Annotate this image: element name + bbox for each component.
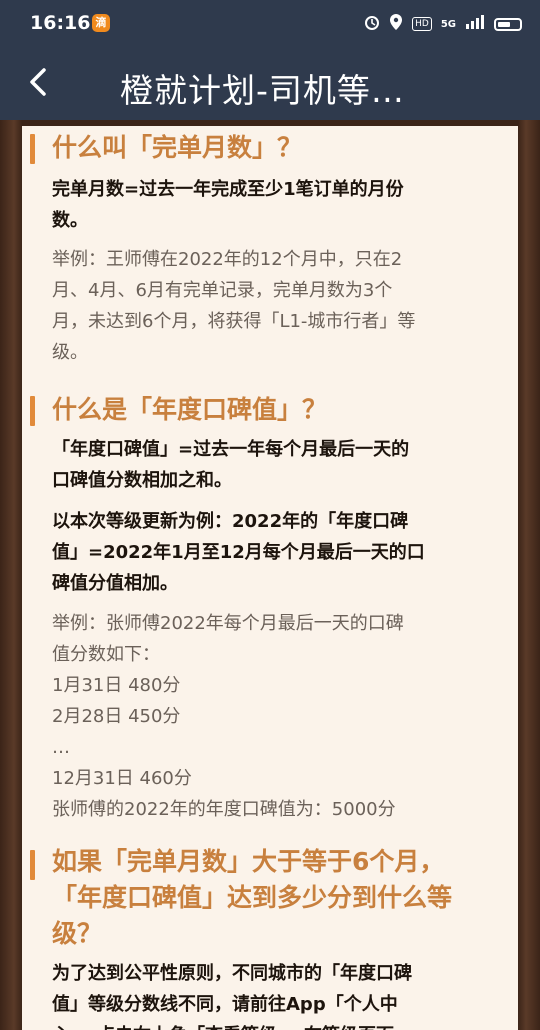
back-arrow-icon[interactable] xyxy=(24,62,56,102)
text-line: 值分数如下： xyxy=(52,644,160,665)
text-line: 月，未达到6个月，将获得「L1-城市行者」等 xyxy=(52,311,416,332)
definition-paragraph: 完单月数=过去一年完成至少1笔订单的月份 数。 xyxy=(52,174,514,236)
section-marker xyxy=(30,396,35,426)
text-line: 值」等级分数线不同，请前往App「个人中 xyxy=(52,994,398,1015)
text-line: 以本次等级更新为例：2022年的「年度口碑 xyxy=(52,511,409,532)
text-line: 完单月数=过去一年完成至少1笔订单的月份 xyxy=(52,179,404,200)
battery-icon xyxy=(494,17,522,31)
title-bar: 橙就计划-司机等… xyxy=(0,48,540,120)
text-line: 2月28日 450分 xyxy=(52,706,181,727)
text-line: 碑值分值相加。 xyxy=(52,573,178,594)
page-title: 橙就计划-司机等… xyxy=(120,71,405,110)
text-line: 心」，点击右上角「查看等级」，在等级页面 xyxy=(52,1020,514,1030)
network-type: 5G xyxy=(440,18,456,30)
text-line: 「年度口碑值」=过去一年每个月最后一天的 xyxy=(52,439,410,460)
alarm-icon xyxy=(364,14,380,34)
section-marker xyxy=(30,134,35,164)
location-icon xyxy=(389,13,403,35)
text-line: 1月31日 480分 xyxy=(52,675,181,696)
status-bar: 16:16 滴 HD 5G xyxy=(0,0,540,48)
explanation-paragraph: 为了达到公平性原则，不同城市的「年度口碑 值」等级分数线不同，请前往App「个人… xyxy=(52,958,514,1030)
text-line: 举例：张师傅2022年每个月最后一天的口碑 xyxy=(52,613,404,634)
app-notification-icon: 滴 xyxy=(92,14,110,32)
article-content: 什么叫「完单月数」？ 完单月数=过去一年完成至少1笔订单的月份 数。 举例：王师… xyxy=(22,126,518,1030)
text-line: 月、4月、6月有完单记录，完单月数为3个 xyxy=(52,280,393,301)
example-paragraph: 举例：王师傅在2022年的12个月中，只在2 月、4月、6月有完单记录，完单月数… xyxy=(52,244,514,368)
text-line: 口碑值分数相加之和。 xyxy=(52,470,232,491)
text-line: … xyxy=(52,737,70,758)
text-line: 数。 xyxy=(52,210,88,231)
text-line: 值」=2022年1月至12月每个月最后一天的口 xyxy=(52,542,425,563)
status-icons: HD 5G xyxy=(364,12,522,36)
text-line: 举例：王师傅在2022年的12个月中，只在2 xyxy=(52,249,403,270)
text-line: 张师傅的2022年的年度口碑值为：5000分 xyxy=(52,799,396,820)
definition-paragraph: 「年度口碑值」=过去一年每个月最后一天的 口碑值分数相加之和。 xyxy=(52,434,514,496)
text-line: 为了达到公平性原则，不同城市的「年度口碑 xyxy=(52,963,412,984)
status-time: 16:16 xyxy=(30,12,91,34)
example-paragraph: 举例：张师傅2022年每个月最后一天的口碑 值分数如下： 1月31日 480分 … xyxy=(52,608,514,825)
section-title: 什么叫「完单月数」？ xyxy=(52,133,303,162)
signal-icon xyxy=(465,14,485,34)
title-line: 如果「完单月数」大于等于6个月， xyxy=(52,847,445,876)
hd-badge: HD xyxy=(412,17,432,31)
section-title: 什么是「年度口碑值」？ xyxy=(52,395,328,424)
section-title: 如果「完单月数」大于等于6个月， 「年度口碑值」达到多少分到什么等 级？ xyxy=(52,844,514,952)
text-line: 12月31日 460分 xyxy=(52,768,192,789)
text-line: 级。 xyxy=(52,342,88,363)
explanation-paragraph: 以本次等级更新为例：2022年的「年度口碑 值」=2022年1月至12月每个月最… xyxy=(52,506,514,599)
title-line: 级？ xyxy=(52,919,103,948)
title-line: 「年度口碑值」达到多少分到什么等 xyxy=(52,883,453,912)
section-marker xyxy=(30,850,35,880)
